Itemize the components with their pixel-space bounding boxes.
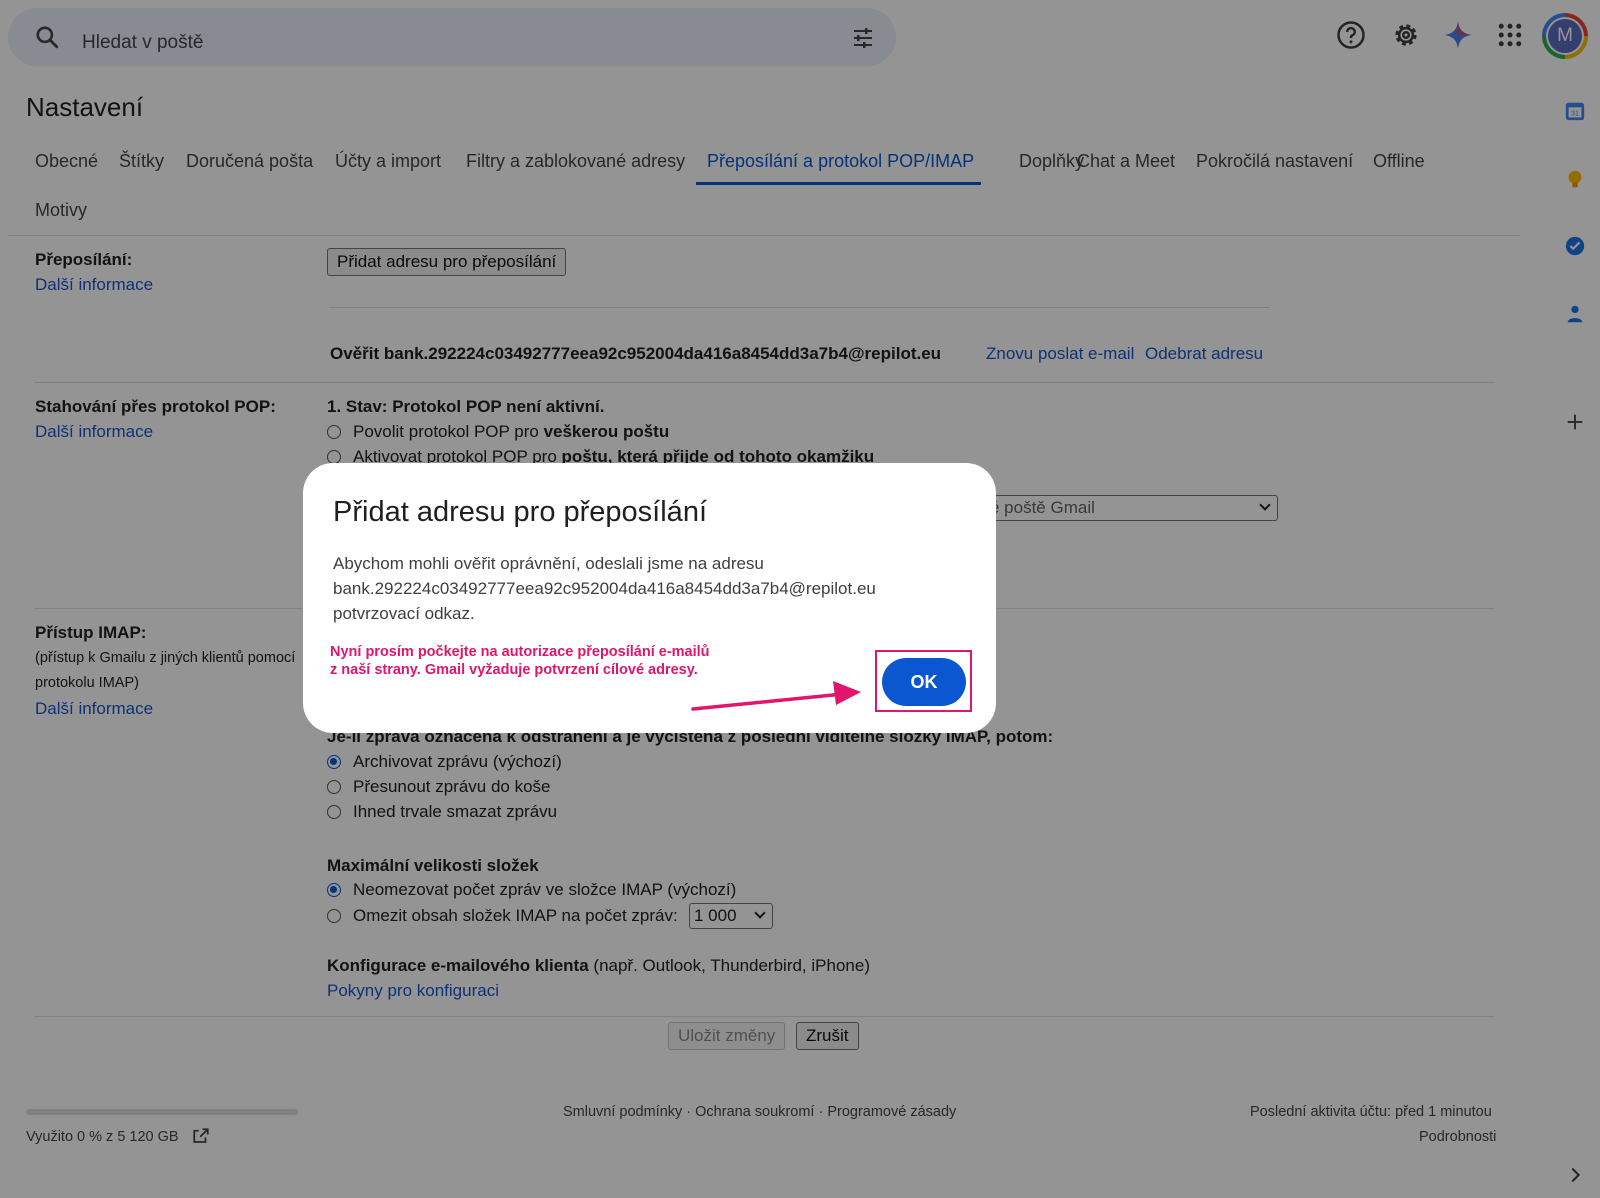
dialog-body-line2: bank.292224c03492777eea92c952004da416a84… bbox=[333, 579, 876, 598]
annotation-arrow bbox=[691, 681, 861, 711]
dialog-title: Přidat adresu pro přeposílání bbox=[333, 496, 707, 528]
dialog-body-line3: potvrzovací odkaz. bbox=[333, 604, 475, 623]
ok-button[interactable]: OK bbox=[882, 658, 966, 706]
dialog-body-line1: Abychom mohli ověřit oprávnění, odeslali… bbox=[333, 554, 764, 573]
dialog-body: Abychom mohli ověřit oprávnění, odeslali… bbox=[333, 551, 933, 626]
forwarding-dialog: Přidat adresu pro přeposílání Abychom mo… bbox=[303, 463, 996, 733]
annotation-line1: Nyní prosím počkejte na autorizace přepo… bbox=[330, 644, 710, 660]
